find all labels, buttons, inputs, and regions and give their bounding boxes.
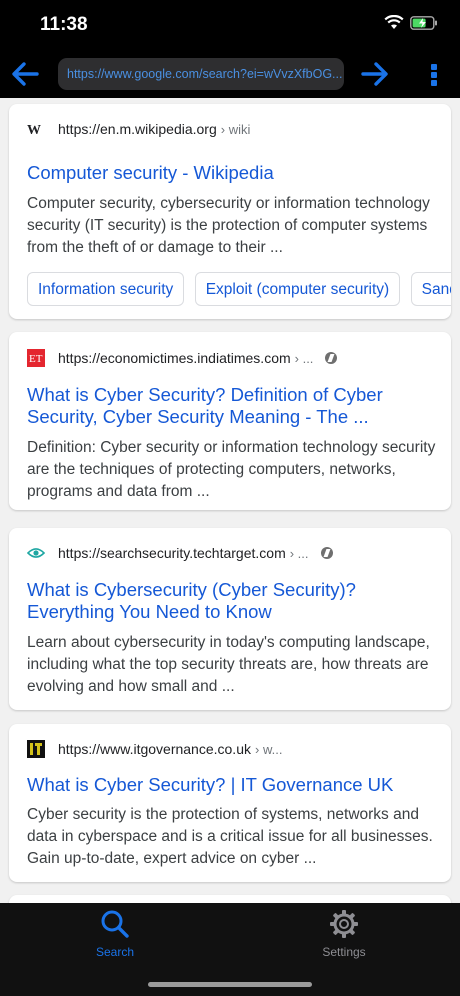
result-card: https://searchsecurity.techtarget.com › … (9, 528, 451, 710)
result-card: W https://en.m.wikipedia.org › wiki Comp… (9, 104, 451, 319)
gear-icon (330, 910, 358, 938)
search-results: W https://en.m.wikipedia.org › wiki Comp… (0, 98, 460, 903)
result-snippet: Cyber security is the protection of syst… (27, 806, 433, 867)
search-icon (101, 910, 129, 938)
result-source[interactable]: https://searchsecurity.techtarget.com › … (27, 544, 333, 562)
battery-charging-icon (410, 15, 437, 30)
tab-settings[interactable]: Settings (294, 909, 394, 959)
tab-settings-label: Settings (322, 945, 366, 959)
result-url: https://economictimes.indiatimes.com (58, 350, 291, 366)
status-icons (384, 15, 438, 30)
result-title-link[interactable]: What is Cyber Security? Definition of Cy… (27, 384, 432, 428)
economictimes-logo-icon: ET (27, 349, 45, 367)
result-title-link[interactable]: What is Cyber Security? | IT Governance … (27, 774, 432, 796)
result-source[interactable]: W https://en.m.wikipedia.org › wiki (27, 120, 250, 138)
result-snippet: Computer security, cybersecurity or info… (27, 195, 430, 256)
result-title-link[interactable]: Computer security - Wikipedia (27, 162, 432, 184)
itgovernance-logo-icon (27, 740, 45, 758)
tab-search-label: Search (95, 945, 135, 959)
back-button[interactable] (10, 60, 40, 88)
forward-button[interactable] (360, 60, 390, 88)
more-menu-button[interactable] (426, 62, 442, 88)
techtarget-eye-icon (27, 544, 45, 562)
menu-dot-icon (431, 64, 437, 70)
related-chips: Information security Exploit (computer s… (27, 272, 451, 306)
chip-exploit[interactable]: Exploit (computer security) (194, 272, 401, 306)
svg-text:ET: ET (29, 353, 43, 365)
amp-lightning-icon (320, 547, 333, 559)
result-url: https://www.itgovernance.co.uk (58, 741, 251, 757)
url-bar[interactable]: https://www.google.com/search?ei=wVvzXfb… (58, 58, 344, 90)
tab-search[interactable]: Search (65, 909, 165, 959)
result-url: https://searchsecurity.techtarget.com (58, 545, 286, 561)
result-card: ET https://economictimes.indiatimes.com … (9, 332, 451, 510)
arrow-right-icon (361, 62, 388, 86)
result-card-partial (9, 895, 451, 903)
result-breadcrumb: › wiki (220, 121, 251, 137)
result-breadcrumb: › w... (255, 741, 283, 757)
result-snippet: Definition: Cyber security or informatio… (27, 439, 436, 500)
chip-information-security[interactable]: Information security (27, 272, 185, 306)
result-breadcrumb: › ... (289, 545, 309, 561)
result-title-link[interactable]: What is Cybersecurity (Cyber Security)? … (27, 579, 432, 623)
menu-dot-icon (431, 72, 437, 78)
wikipedia-icon: W (27, 120, 45, 138)
wifi-icon (384, 15, 404, 29)
result-url: https://en.m.wikipedia.org (58, 121, 217, 137)
result-card: https://www.itgovernance.co.uk › w... Wh… (9, 724, 451, 882)
browser-toolbar: https://www.google.com/search?ei=wVvzXfb… (0, 50, 460, 98)
arrow-left-icon (12, 62, 39, 86)
result-source[interactable]: ET https://economictimes.indiatimes.com … (27, 349, 338, 367)
amp-lightning-icon (325, 352, 338, 364)
chip-sandbox[interactable]: Sandbox (410, 272, 451, 306)
home-indicator[interactable] (148, 982, 312, 987)
result-source[interactable]: https://www.itgovernance.co.uk › w... (27, 740, 282, 758)
status-time: 11:38 (40, 14, 88, 35)
menu-dot-icon (431, 80, 437, 86)
status-bar: 11:38 (0, 0, 460, 50)
svg-text:W: W (27, 123, 41, 136)
result-snippet: Learn about cybersecurity in today's com… (27, 634, 430, 695)
result-breadcrumb: › ... (294, 350, 314, 366)
